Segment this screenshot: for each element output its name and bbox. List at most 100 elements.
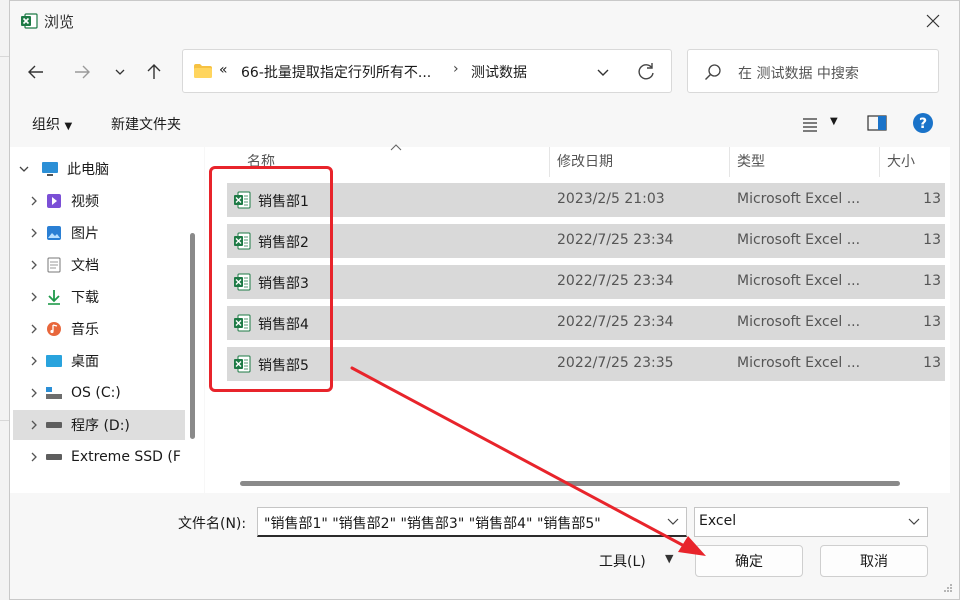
- sidebar-item-this-pc[interactable]: 此电脑: [13, 154, 185, 184]
- filename-label: 文件名(N):: [178, 516, 247, 532]
- computer-icon: [41, 160, 59, 178]
- sidebar-item-downloads[interactable]: 下载: [23, 282, 195, 312]
- chevron-right-icon[interactable]: [23, 323, 45, 335]
- column-divider[interactable]: [879, 147, 880, 177]
- recent-locations-button[interactable]: [106, 58, 134, 86]
- search-icon: [705, 64, 721, 80]
- file-row[interactable]: 销售部2 2022/7/25 23:34 Microsoft Excel ...…: [227, 224, 945, 258]
- address-bar[interactable]: « 66-批量提取指定行列所有不... › 测试数据: [182, 49, 672, 93]
- file-date: 2022/7/25 23:35: [557, 355, 674, 371]
- close-icon: [926, 14, 940, 28]
- cancel-button[interactable]: 取消: [820, 545, 928, 577]
- search-box[interactable]: 在 测试数据 中搜索: [687, 49, 939, 93]
- chevron-right-icon[interactable]: [23, 451, 45, 463]
- chevron-right-icon[interactable]: [23, 419, 45, 431]
- music-folder-icon: [45, 320, 63, 338]
- file-size: 13: [923, 191, 941, 207]
- back-button[interactable]: [22, 58, 50, 86]
- breadcrumb-separator[interactable]: ›: [453, 61, 459, 77]
- filetype-select[interactable]: Excel: [694, 507, 928, 537]
- excel-file-icon: [234, 355, 251, 373]
- breadcrumb-parent[interactable]: 66-批量提取指定行列所有不...: [241, 62, 431, 82]
- desktop-folder-icon: [45, 352, 63, 370]
- help-icon[interactable]: ?: [912, 112, 934, 134]
- sidebar-item-music[interactable]: 音乐: [23, 314, 195, 344]
- address-dropdown-icon[interactable]: [593, 62, 613, 82]
- sidebar-item-label: 桌面: [71, 354, 99, 370]
- caret-down-icon[interactable]: ▼: [665, 552, 673, 565]
- column-header-size[interactable]: 大小: [887, 147, 915, 179]
- organize-label: 组织: [32, 117, 60, 133]
- file-size: 13: [923, 273, 941, 289]
- filename-value: "销售部1" "销售部2" "销售部3" "销售部4" "销售部5": [264, 516, 601, 532]
- file-name: 销售部3: [258, 276, 309, 292]
- file-type: Microsoft Excel ...: [737, 232, 861, 248]
- sidebar-item-label: 视频: [71, 194, 99, 210]
- forward-button[interactable]: [68, 58, 96, 86]
- column-divider[interactable]: [729, 147, 730, 177]
- up-button[interactable]: [140, 58, 168, 86]
- sidebar-item-label: 下载: [71, 290, 99, 306]
- documents-folder-icon: [45, 256, 63, 274]
- bg-gridline: [0, 56, 9, 57]
- horizontal-scrollbar[interactable]: [240, 481, 900, 486]
- tools-menu[interactable]: 工具(L): [599, 551, 646, 571]
- file-row[interactable]: 销售部3 2022/7/25 23:34 Microsoft Excel ...…: [227, 265, 945, 299]
- chevron-right-icon[interactable]: [23, 291, 45, 303]
- file-date: 2022/7/25 23:34: [557, 314, 674, 330]
- file-type: Microsoft Excel ...: [737, 314, 861, 330]
- sidebar-item-extreme-ssd[interactable]: Extreme SSD (F: [23, 442, 195, 472]
- excel-file-icon: [234, 273, 251, 291]
- command-bar: 组织 ▼ 新建文件夹 ▼ ?: [10, 101, 959, 145]
- column-header-name[interactable]: 名称: [247, 147, 275, 179]
- file-date: 2023/2/5 21:03: [557, 191, 665, 207]
- file-row[interactable]: 销售部4 2022/7/25 23:34 Microsoft Excel ...…: [227, 306, 945, 340]
- sidebar-item-label: 音乐: [71, 322, 99, 338]
- chevron-right-icon[interactable]: [23, 259, 45, 271]
- organize-menu[interactable]: 组织 ▼: [32, 114, 72, 134]
- search-placeholder: 在 测试数据 中搜索: [738, 66, 859, 82]
- chevron-right-icon[interactable]: [23, 387, 45, 399]
- column-header-type[interactable]: 类型: [737, 147, 765, 179]
- chevron-right-icon[interactable]: [23, 195, 45, 207]
- close-button[interactable]: [921, 9, 945, 33]
- drive-icon: [45, 448, 63, 466]
- view-options-button[interactable]: ▼: [800, 113, 844, 135]
- filename-input[interactable]: "销售部1" "销售部2" "销售部3" "销售部4" "销售部5": [257, 507, 687, 537]
- sidebar-item-label: 图片: [71, 226, 99, 242]
- folder-icon: [194, 64, 212, 78]
- sidebar-item-label: OS (C:): [71, 385, 121, 401]
- breadcrumb-current[interactable]: 测试数据: [471, 62, 527, 82]
- chevron-down-icon[interactable]: [13, 163, 35, 175]
- chevron-down-icon[interactable]: [666, 514, 680, 528]
- sidebar-item-desktop[interactable]: 桌面: [23, 346, 195, 376]
- sidebar-item-documents[interactable]: 文档: [23, 250, 195, 280]
- file-type: Microsoft Excel ...: [737, 355, 861, 371]
- chevron-right-icon[interactable]: [23, 355, 45, 367]
- drive-icon: [45, 416, 63, 434]
- system-drive-icon: [45, 384, 63, 402]
- file-date: 2022/7/25 23:34: [557, 273, 674, 289]
- navigation-scrollbar[interactable]: [190, 233, 195, 439]
- sidebar-item-pictures[interactable]: 图片: [23, 218, 195, 248]
- filetype-value: Excel: [699, 513, 737, 529]
- refresh-icon[interactable]: [635, 61, 657, 83]
- chevron-right-icon[interactable]: [23, 227, 45, 239]
- video-folder-icon: [45, 192, 63, 210]
- file-name: 销售部1: [258, 194, 309, 210]
- chevron-down-icon: [115, 69, 125, 75]
- file-row[interactable]: 销售部5 2022/7/25 23:35 Microsoft Excel ...…: [227, 347, 945, 381]
- file-size: 13: [923, 314, 941, 330]
- path-overflow[interactable]: «: [219, 62, 228, 78]
- resize-grip-icon[interactable]: [943, 583, 953, 593]
- sidebar-item-videos[interactable]: 视频: [23, 186, 195, 216]
- new-folder-button[interactable]: 新建文件夹: [111, 114, 181, 134]
- sidebar-item-os-c[interactable]: OS (C:): [23, 378, 195, 408]
- column-divider[interactable]: [549, 147, 550, 177]
- file-row[interactable]: 销售部1 2023/2/5 21:03 Microsoft Excel ... …: [227, 183, 945, 217]
- preview-pane-icon[interactable]: [867, 115, 887, 131]
- sidebar-item-program-d[interactable]: 程序 (D:): [13, 410, 185, 440]
- file-name: 销售部5: [258, 358, 309, 374]
- ok-button[interactable]: 确定: [695, 545, 803, 577]
- column-header-date[interactable]: 修改日期: [557, 147, 613, 179]
